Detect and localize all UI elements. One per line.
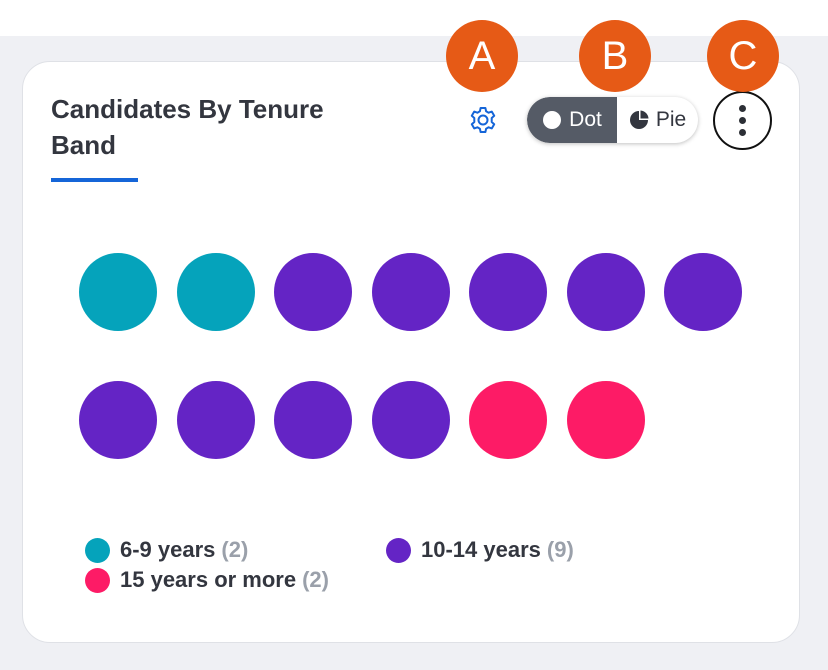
pie-view-label: Pie (655, 108, 687, 131)
gear-icon (467, 104, 499, 136)
legend-item: 15 years or more (2) (85, 565, 329, 595)
legend-item: 6-9 years (2) (85, 535, 248, 565)
dot-view-label: Dot (569, 108, 602, 131)
legend-count: (2) (302, 567, 329, 592)
dot-mark (664, 253, 742, 331)
legend-label: 6-9 years (120, 537, 216, 562)
dot-mark (566, 253, 645, 331)
dot-mark (566, 381, 645, 459)
more-options-button[interactable] (713, 91, 772, 150)
card-title: Candidates By Tenure Band (51, 94, 324, 160)
dot-mark (371, 253, 450, 331)
legend-label: 10-14 years (421, 537, 541, 562)
dot-mark (469, 381, 547, 459)
title-underline (51, 178, 138, 182)
vertical-ellipsis-icon (739, 105, 746, 112)
legend-swatch (85, 537, 110, 563)
pie-view-button[interactable]: Pie (617, 97, 698, 143)
legend-count: (2) (221, 537, 249, 562)
annotation-marker-c: C (707, 20, 779, 92)
dot-mark (274, 253, 352, 331)
legend-label: 15 years or more (120, 567, 297, 592)
dot-mark (176, 381, 255, 459)
legend-swatch (386, 537, 411, 563)
vertical-ellipsis-icon-dot (739, 117, 746, 124)
circle-icon (542, 110, 562, 130)
legend-count: (9) (546, 537, 574, 562)
vertical-ellipsis-icon-dot (739, 129, 746, 136)
view-toggle: Dot Pie (527, 97, 698, 143)
dot-mark (371, 381, 450, 459)
top-strip (0, 0, 828, 36)
annotation-marker-a: A (446, 20, 518, 92)
dot-mark (79, 253, 157, 331)
legend-item: 10-14 years (9) (386, 535, 574, 565)
dot-mark (274, 381, 352, 459)
pie-icon (629, 110, 649, 130)
dot-mark (176, 253, 255, 331)
dot-mark (469, 253, 547, 331)
legend-swatch (85, 567, 110, 593)
dot-view-button[interactable]: Dot (527, 97, 617, 143)
dot-mark (79, 381, 157, 459)
settings-button[interactable] (466, 103, 500, 137)
annotation-marker-b: B (579, 20, 651, 92)
